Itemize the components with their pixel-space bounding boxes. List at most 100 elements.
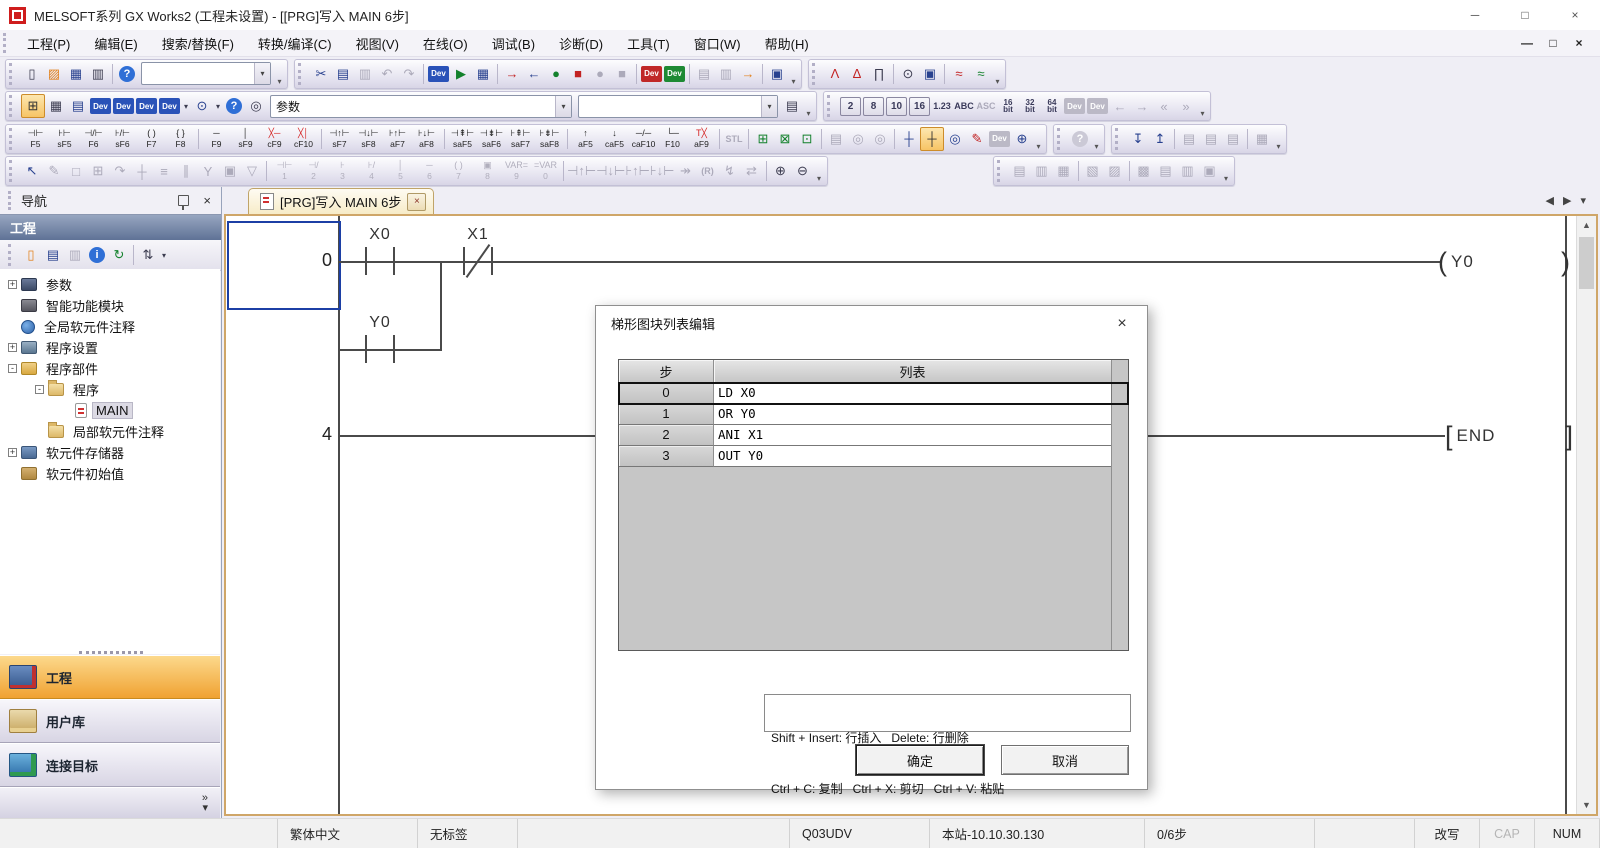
- device-skip-back-button[interactable]: Dev: [1064, 98, 1085, 114]
- watch-start-button[interactable]: ●: [589, 63, 611, 85]
- edit-symbol-1-button[interactable]: ⊣⊢1: [270, 158, 299, 185]
- display-real-button[interactable]: 1.23: [931, 95, 953, 117]
- open-contact-button[interactable]: ⊣⊢F5: [21, 125, 50, 152]
- redo-button[interactable]: ↷: [398, 63, 420, 85]
- device-display-button[interactable]: Dev: [641, 66, 662, 82]
- tree-item-global-device-comment[interactable]: 全局软元件注释: [0, 316, 220, 337]
- paste-data-button[interactable]: ▥: [64, 244, 86, 266]
- paste-button[interactable]: ▥: [354, 63, 376, 85]
- tab-list-icon[interactable]: ▾: [1580, 194, 1586, 207]
- display-binary-button[interactable]: 2: [840, 97, 861, 116]
- next-device-button[interactable]: →: [1131, 95, 1153, 117]
- toolbar-overflow-button[interactable]: ▾: [1221, 174, 1232, 185]
- last-device-button[interactable]: »: [1175, 95, 1197, 117]
- invert-result-up-button[interactable]: ↑aF5: [571, 125, 600, 152]
- pc-monitor-button[interactable]: ▣: [766, 63, 788, 85]
- statement-down-button[interactable]: ▤: [1009, 160, 1031, 182]
- help-button[interactable]: ?: [119, 66, 135, 82]
- display-decimal-button[interactable]: 10: [886, 97, 907, 116]
- jump-button[interactable]: →: [737, 63, 759, 85]
- save-project-button[interactable]: ▦: [65, 63, 87, 85]
- pointer-branch-button[interactable]: ↠: [675, 160, 697, 182]
- toolbar-grip[interactable]: [9, 160, 17, 182]
- device-display-format-button[interactable]: Dev: [113, 98, 134, 114]
- tab-main-program[interactable]: [PRG]写入 MAIN 6步 ×: [248, 188, 434, 214]
- tree-expander[interactable]: -: [35, 385, 44, 394]
- scrollbar-thumb[interactable]: [1579, 237, 1594, 289]
- instruction-cell[interactable]: OUT Y0: [714, 446, 1112, 467]
- tree-expander[interactable]: -: [8, 364, 17, 373]
- display-64bit-button[interactable]: 64 bit: [1041, 95, 1063, 117]
- wire-draw-button[interactable]: ┼: [131, 160, 153, 182]
- first-device-button[interactable]: «: [1153, 95, 1175, 117]
- falling-pulse-close-button[interactable]: ⊣⇟⊢saF6: [477, 125, 506, 152]
- table-row[interactable]: 2ANI X1: [619, 425, 1128, 446]
- toolbar-grip[interactable]: [8, 244, 16, 266]
- toolbar-overflow-button[interactable]: ▾: [788, 77, 799, 88]
- tab-scroll-left-icon[interactable]: ◀: [1546, 194, 1554, 207]
- contact-x0[interactable]: [365, 247, 395, 275]
- toolbar-grip[interactable]: [9, 128, 17, 150]
- open-branch-button[interactable]: ⊦⊢sF5: [50, 125, 79, 152]
- find-value-combo[interactable]: ▾: [578, 95, 778, 118]
- undo-button[interactable]: ↶: [376, 63, 398, 85]
- toolbar-overflow-button[interactable]: ▾: [803, 109, 814, 120]
- monitor-start-button[interactable]: ●: [545, 63, 567, 85]
- tree-item-local-device-comment[interactable]: 局部软元件注释: [0, 421, 220, 442]
- menu-grip[interactable]: [3, 33, 11, 53]
- tree-item-main[interactable]: MAIN: [0, 400, 220, 421]
- find-gray-2-button[interactable]: ◎: [869, 128, 891, 150]
- nav-close-icon[interactable]: ×: [203, 193, 211, 208]
- align-vertical-button[interactable]: ≡: [153, 160, 175, 182]
- statement-batch-button[interactable]: ▤: [1155, 160, 1177, 182]
- pencil-edit-button[interactable]: ✎: [43, 160, 65, 182]
- delete-horizontal-line-button[interactable]: ╳─cF9: [260, 125, 289, 152]
- toolbar-overflow-button[interactable]: ▾: [1273, 142, 1284, 153]
- falling-pulse-close-branch-button[interactable]: ⊦⇟⊢saF8: [535, 125, 564, 152]
- pulse-trace-button[interactable]: ∏: [868, 63, 890, 85]
- device-comment-display-button[interactable]: Dev: [90, 98, 111, 114]
- statement-misc-button[interactable]: ▦: [1251, 128, 1273, 150]
- read-mode-button[interactable]: ◎: [944, 128, 966, 150]
- menu-online[interactable]: 在线(O): [411, 34, 480, 53]
- ok-button[interactable]: 确定: [856, 745, 984, 775]
- tree-item-program[interactable]: -程序: [0, 379, 220, 400]
- edit-symbol-5-button[interactable]: │5: [386, 158, 415, 185]
- new-data-button[interactable]: ▯: [20, 244, 42, 266]
- scroll-up-icon[interactable]: ▲: [1577, 216, 1596, 234]
- trend-graph-red-button[interactable]: ≈: [948, 63, 970, 85]
- display-ascii-button[interactable]: ASC: [975, 95, 997, 117]
- data-property-button[interactable]: i: [89, 247, 105, 263]
- nav-button-connection-destination[interactable]: 连接目标: [0, 743, 220, 787]
- edit-symbol-3-button[interactable]: ⊦3: [328, 158, 357, 185]
- menu-window[interactable]: 窗口(W): [682, 34, 753, 53]
- print-button[interactable]: ▥: [87, 63, 109, 85]
- toolbar-overflow-button[interactable]: ▾: [814, 174, 825, 185]
- tvd-button[interactable]: ▽: [241, 160, 263, 182]
- branch-y-button[interactable]: Y: [197, 160, 219, 182]
- menu-help[interactable]: 帮助(H): [753, 34, 821, 53]
- menu-diagnostics[interactable]: 诊断(D): [547, 34, 615, 53]
- context-help-button[interactable]: ?: [1072, 131, 1088, 147]
- statement-remove-button[interactable]: ▦: [1053, 160, 1075, 182]
- monitor-stop-button[interactable]: ■: [567, 63, 589, 85]
- zoom-in-button[interactable]: ⊕: [770, 160, 792, 182]
- device-comment-button[interactable]: Dev: [428, 66, 449, 82]
- nav-bottom-strip[interactable]: » ▾: [0, 787, 220, 818]
- rect-select-button[interactable]: □: [65, 160, 87, 182]
- tab-scroll-right-icon[interactable]: ▶: [1563, 194, 1571, 207]
- toolbar-grip[interactable]: [1057, 128, 1065, 150]
- previous-device-button[interactable]: ←: [1109, 95, 1131, 117]
- table-row[interactable]: 3OUT Y0: [619, 446, 1128, 467]
- note-edit-button[interactable]: ▨: [1104, 160, 1126, 182]
- display-octal-button[interactable]: 8: [863, 97, 884, 116]
- ladder-block-insert-button[interactable]: ⊞: [752, 128, 774, 150]
- toolbar-grip[interactable]: [827, 95, 835, 117]
- help-lamp-button[interactable]: ?: [226, 98, 242, 114]
- device-watch-caret[interactable]: ▾: [181, 95, 191, 117]
- statement-edit-button[interactable]: ▤: [1222, 128, 1244, 150]
- watch-stop-button[interactable]: ■: [611, 63, 633, 85]
- cross-reference-button[interactable]: ◎: [245, 95, 267, 117]
- toolbar-overflow-button[interactable]: ▾: [1091, 142, 1102, 153]
- find-in-document-button[interactable]: ▤: [781, 95, 803, 117]
